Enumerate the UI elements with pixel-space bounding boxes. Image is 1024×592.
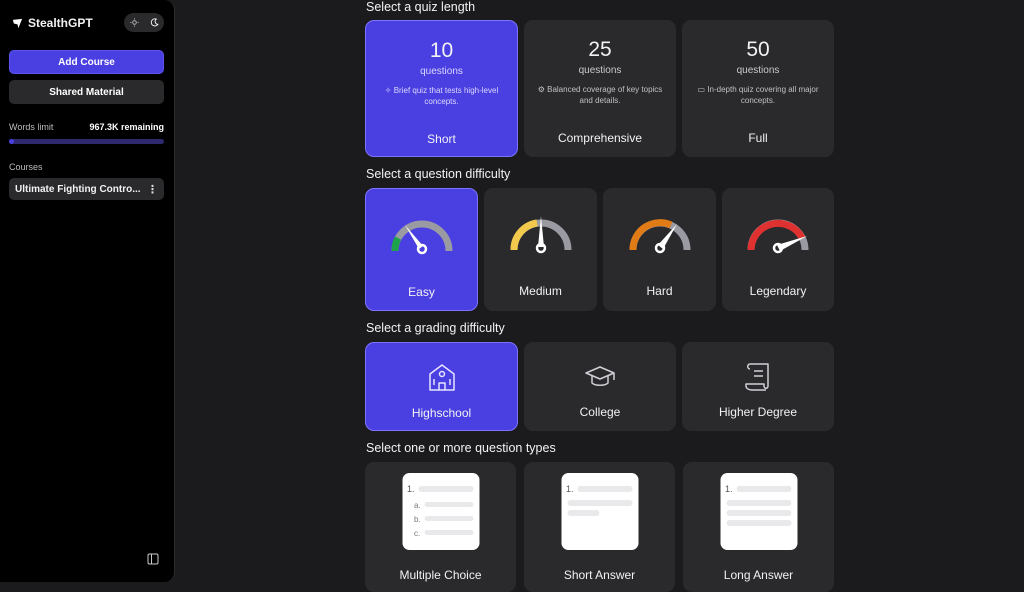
grading-difficulty-title: Select a grading difficulty bbox=[366, 321, 505, 335]
course-name: Ultimate Fighting Contro... bbox=[15, 183, 141, 195]
scroll-icon bbox=[745, 363, 769, 391]
gauge-medium-icon bbox=[509, 216, 571, 254]
grading-label: Highschool bbox=[411, 406, 472, 420]
choice-b: b. bbox=[414, 515, 421, 524]
multiple-choice-illustration: 1. a. b. c. bbox=[402, 473, 479, 550]
sidebar: StealthGPT Add Course Shared Material Wo… bbox=[0, 0, 175, 582]
book-icon: ▭ bbox=[697, 85, 706, 94]
question-type-long-answer[interactable]: 1. Long Answer bbox=[683, 462, 834, 592]
short-answer-illustration: 1. bbox=[561, 473, 638, 550]
difficulty-medium[interactable]: Medium bbox=[484, 188, 597, 311]
school-building-icon bbox=[428, 364, 455, 391]
question-type-short-answer[interactable]: 1. Short Answer bbox=[524, 462, 675, 592]
grading-college[interactable]: College bbox=[524, 342, 676, 431]
length-unit: questions bbox=[736, 65, 780, 76]
gauge-easy-icon bbox=[391, 220, 452, 255]
question-type-multiple-choice[interactable]: 1. a. b. c. Multiple Choice bbox=[365, 462, 516, 592]
add-course-button[interactable]: Add Course bbox=[9, 50, 164, 74]
difficulty-easy[interactable]: Easy bbox=[365, 188, 478, 311]
length-description: ▭ In-depth quiz covering all major conce… bbox=[697, 85, 819, 105]
theme-toggle[interactable] bbox=[124, 13, 164, 32]
length-unit: questions bbox=[420, 66, 463, 77]
words-progress-bar bbox=[9, 139, 164, 144]
length-number: 25 bbox=[588, 38, 612, 61]
difficulty-hard[interactable]: Hard bbox=[603, 188, 716, 311]
settings-icon: ⚙ bbox=[537, 85, 545, 94]
length-number: 10 bbox=[429, 39, 454, 62]
question-number: 1. bbox=[407, 484, 415, 494]
difficulty-label: Legendary bbox=[749, 284, 807, 298]
difficulty-legendary[interactable]: Legendary bbox=[722, 188, 834, 311]
question-number: 1. bbox=[566, 484, 574, 494]
length-number: 50 bbox=[746, 38, 770, 61]
words-remaining: 967.3K remaining bbox=[89, 122, 164, 132]
courses-label: Courses bbox=[9, 162, 43, 172]
words-progress-fill bbox=[9, 139, 14, 144]
question-number: 1. bbox=[725, 484, 733, 494]
length-unit: questions bbox=[578, 65, 622, 76]
question-type-label: Short Answer bbox=[563, 568, 636, 582]
choice-c: c. bbox=[414, 529, 421, 538]
choice-a: a. bbox=[414, 501, 421, 510]
difficulty-label: Easy bbox=[408, 285, 435, 299]
more-vertical-icon[interactable]: ⋮ bbox=[147, 183, 158, 196]
grading-higher-degree[interactable]: Higher Degree bbox=[682, 342, 834, 431]
graduation-cap-icon bbox=[585, 366, 615, 386]
words-limit-row: Words limit 967.3K remaining bbox=[9, 122, 164, 132]
moon-icon[interactable] bbox=[150, 18, 159, 27]
length-description: ⚙ Balanced coverage of key topics and de… bbox=[537, 85, 663, 105]
quiz-length-title: Select a quiz length bbox=[366, 0, 476, 14]
difficulty-label: Hard bbox=[646, 284, 673, 298]
sidebar-collapse-icon[interactable] bbox=[147, 553, 159, 565]
long-answer-illustration: 1. bbox=[720, 473, 797, 550]
quiz-length-short[interactable]: 10 questions ✧ Brief quiz that tests hig… bbox=[365, 20, 518, 157]
grading-highschool[interactable]: Highschool bbox=[365, 342, 518, 431]
sun-icon[interactable] bbox=[129, 18, 139, 27]
sparkle-icon: ✧ bbox=[384, 86, 392, 95]
brand-name: StealthGPT bbox=[28, 16, 93, 30]
words-limit-label: Words limit bbox=[9, 122, 54, 132]
difficulty-label: Medium bbox=[519, 284, 562, 298]
question-type-label: Long Answer bbox=[723, 568, 794, 582]
grading-label: Higher Degree bbox=[718, 405, 798, 419]
question-types-title: Select one or more question types bbox=[366, 441, 556, 455]
grading-label: College bbox=[579, 405, 621, 419]
brand[interactable]: StealthGPT bbox=[12, 16, 93, 30]
gauge-legendary-icon bbox=[747, 219, 809, 254]
course-item[interactable]: Ultimate Fighting Contro... ⋮ bbox=[9, 178, 164, 200]
question-type-label: Multiple Choice bbox=[399, 568, 482, 582]
shared-material-button[interactable]: Shared Material bbox=[9, 80, 164, 104]
length-label: Short bbox=[427, 132, 456, 146]
gauge-hard-icon bbox=[628, 219, 690, 254]
stealthgpt-logo-icon bbox=[12, 18, 23, 28]
quiz-length-full[interactable]: 50 questions ▭ In-depth quiz covering al… bbox=[682, 20, 834, 157]
length-description: ✧ Brief quiz that tests high-level conce… bbox=[384, 86, 499, 106]
length-label: Full bbox=[748, 131, 768, 145]
length-label: Comprehensive bbox=[557, 131, 643, 145]
quiz-length-comprehensive[interactable]: 25 questions ⚙ Balanced coverage of key … bbox=[524, 20, 676, 157]
question-difficulty-title: Select a question difficulty bbox=[366, 167, 511, 181]
